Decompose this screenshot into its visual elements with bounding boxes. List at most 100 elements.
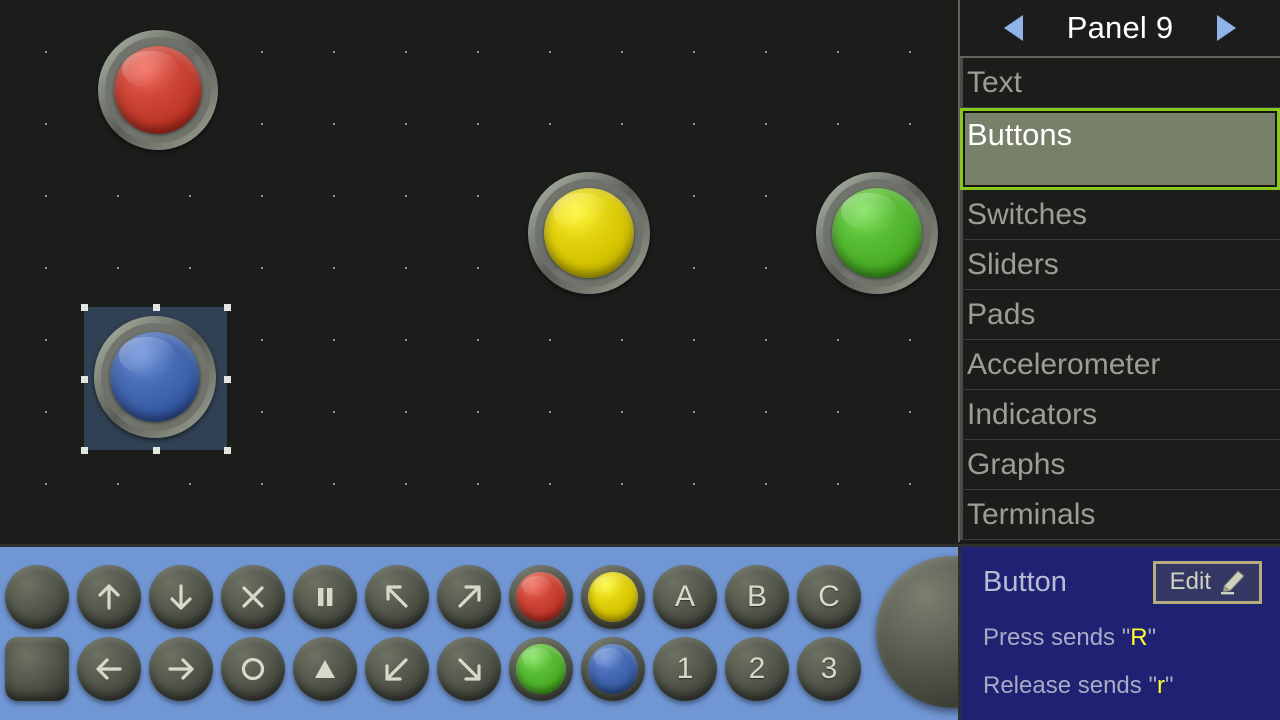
category-item-switches[interactable]: Switches — [960, 190, 1280, 240]
pencil-icon-svg — [1221, 570, 1245, 595]
palette-button-face — [725, 637, 789, 701]
edit-button-label: Edit — [1169, 568, 1211, 595]
arrow-up-button[interactable] — [77, 565, 141, 629]
palette-button-face — [653, 565, 717, 629]
info-header: Button Edit — [983, 561, 1262, 604]
pause-button[interactable] — [293, 565, 357, 629]
release-quote-open: " — [1148, 672, 1157, 699]
resize-handle[interactable] — [224, 304, 231, 311]
palette-button-face — [437, 637, 501, 701]
category-item-indicators[interactable]: Indicators — [960, 390, 1280, 440]
release-quote-close: " — [1164, 672, 1174, 699]
category-item-text[interactable]: Text — [960, 58, 1280, 108]
arrow-down-left-button[interactable] — [365, 637, 429, 701]
resize-handle[interactable] — [81, 375, 88, 383]
palette-button-face — [77, 637, 141, 701]
palette-button-face — [149, 565, 213, 629]
palette-button-cap — [588, 644, 638, 694]
green-round-button[interactable] — [509, 637, 573, 701]
yellow-button[interactable] — [528, 172, 650, 294]
close-x-button[interactable] — [221, 565, 285, 629]
palette-button-face — [365, 637, 429, 701]
category-item-buttons[interactable]: Buttons — [960, 108, 1280, 190]
press-prefix: Press sends — [983, 624, 1122, 651]
green-button[interactable] — [816, 172, 938, 294]
letter-c-button[interactable]: C — [797, 565, 861, 629]
widget-category-sidebar: Panel 9 Text Buttons Switches Sliders Pads Ac… — [958, 0, 1280, 542]
category-item-graphs[interactable]: Graphs — [960, 440, 1280, 490]
info-title: Button — [983, 566, 1067, 598]
palette-button-face — [653, 637, 717, 701]
widget-palette-toolbar[interactable]: ABC 123 — [0, 544, 958, 720]
arrow-down-button[interactable] — [149, 565, 213, 629]
button-cap — [109, 331, 201, 423]
palette-button-face — [5, 565, 69, 629]
triangle-left-icon[interactable] — [1004, 15, 1023, 41]
palette-button-face — [725, 565, 789, 629]
category-list: Text Buttons Switches Sliders Pads Accelerome… — [960, 58, 1280, 540]
button-cap — [543, 187, 635, 279]
arrow-left-button[interactable] — [77, 637, 141, 701]
arrow-up-left-button[interactable] — [365, 565, 429, 629]
release-prefix: Release sends — [983, 672, 1149, 699]
palette-button-cap — [516, 572, 566, 622]
panel-navigator: Panel 9 — [960, 0, 1280, 58]
blue-round-button[interactable] — [581, 637, 645, 701]
panel-editor-window: Panel 9 Text Buttons Switches Sliders Pads Ac… — [0, 0, 1280, 720]
panel-title: Panel 9 — [1066, 10, 1174, 45]
press-quote-close: " — [1147, 624, 1157, 651]
digit-1-button[interactable]: 1 — [653, 637, 717, 701]
resize-handle[interactable] — [224, 447, 231, 454]
palette-button-face — [437, 565, 501, 629]
yellow-round-button[interactable] — [581, 565, 645, 629]
resize-handle[interactable] — [224, 375, 231, 383]
resize-handle[interactable] — [81, 304, 88, 311]
category-item-inner: Buttons — [963, 111, 1277, 187]
digit-2-button[interactable]: 2 — [725, 637, 789, 701]
palette-button-face — [365, 565, 429, 629]
blank-round-button[interactable] — [5, 565, 69, 629]
category-item-terminals[interactable]: Terminals — [960, 490, 1280, 540]
letter-b-button[interactable]: B — [725, 565, 789, 629]
release-action-line: Release sends "r" — [983, 672, 1262, 700]
press-key: R — [1130, 624, 1148, 651]
palette-button-face — [5, 637, 69, 701]
button-cap — [831, 187, 923, 279]
widget-info-panel: Button Edit Press sends "R" Release send… — [958, 544, 1280, 720]
arrow-down-right-button[interactable] — [437, 637, 501, 701]
digit-3-button[interactable]: 3 — [797, 637, 861, 701]
panel-canvas[interactable] — [0, 0, 958, 542]
letter-a-button[interactable]: A — [653, 565, 717, 629]
palette-button-cap — [516, 644, 566, 694]
blue-button[interactable] — [94, 316, 216, 438]
category-item-label: Buttons — [967, 117, 1073, 152]
palette-button-cap — [588, 572, 638, 622]
release-key: r — [1156, 672, 1165, 699]
palette-button-face — [221, 565, 285, 629]
blank-square-button[interactable] — [5, 637, 69, 701]
red-button[interactable] — [98, 30, 218, 150]
palette-button-face — [293, 565, 357, 629]
resize-handle[interactable] — [152, 447, 160, 454]
palette-button-face — [797, 637, 861, 701]
arrow-right-button[interactable] — [149, 637, 213, 701]
triangle-up-button[interactable] — [293, 637, 357, 701]
red-round-button[interactable] — [509, 565, 573, 629]
button-cap — [113, 45, 203, 135]
category-item-accelerometer[interactable]: Accelerometer — [960, 340, 1280, 390]
press-quote-open: " — [1121, 624, 1131, 651]
resize-handle[interactable] — [81, 447, 88, 454]
edit-button[interactable]: Edit — [1152, 561, 1262, 604]
press-action-line: Press sends "R" — [983, 624, 1262, 652]
arrow-up-right-button[interactable] — [437, 565, 501, 629]
palette-button-face — [149, 637, 213, 701]
circle-outline-button[interactable] — [221, 637, 285, 701]
palette-button-face — [77, 565, 141, 629]
palette-button-face — [221, 637, 285, 701]
resize-handle[interactable] — [152, 304, 160, 311]
palette-button-face — [293, 637, 357, 701]
palette-button-face — [797, 565, 861, 629]
triangle-right-icon[interactable] — [1217, 15, 1236, 41]
category-item-sliders[interactable]: Sliders — [960, 240, 1280, 290]
category-item-pads[interactable]: Pads — [960, 290, 1280, 340]
